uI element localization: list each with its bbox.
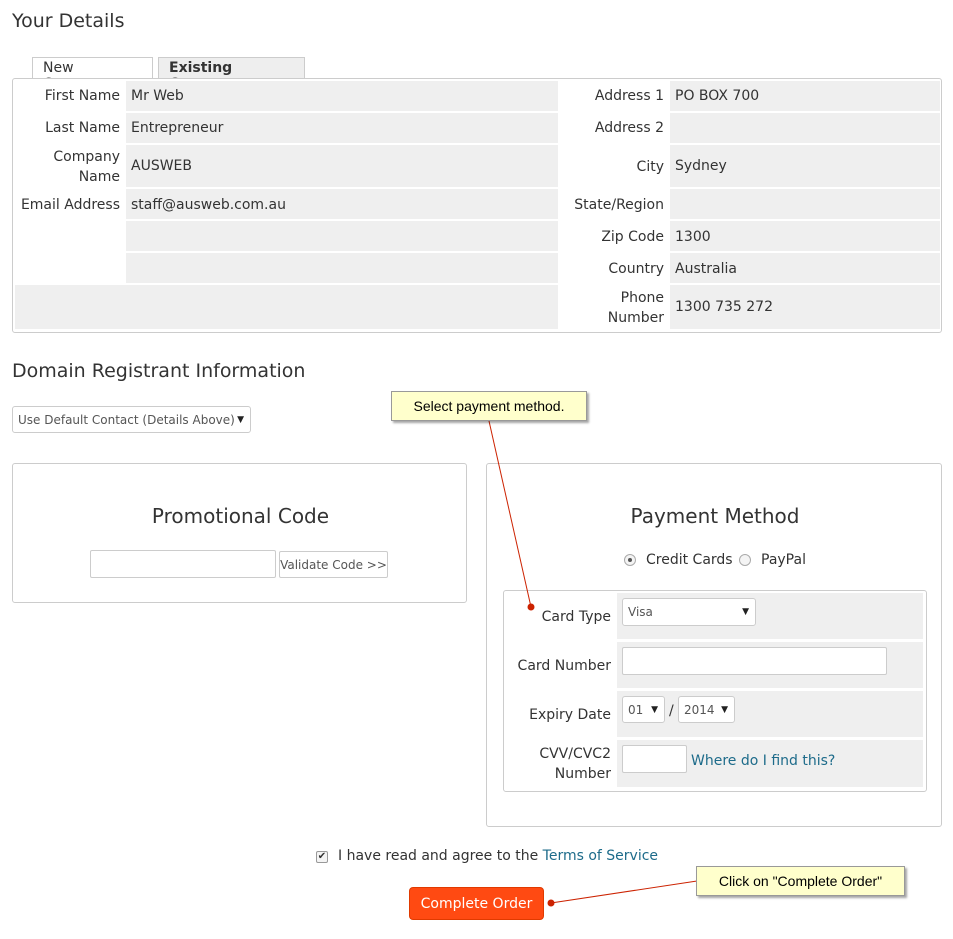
order-callout-line [550,880,698,904]
callout-lines [488,420,698,907]
order-callout-dot [547,899,555,907]
payment-callout-line [488,420,532,608]
payment-callout-dot [527,603,535,611]
payment-callout: Select payment method. [391,391,587,421]
order-callout: Click on "Complete Order" [696,866,905,896]
